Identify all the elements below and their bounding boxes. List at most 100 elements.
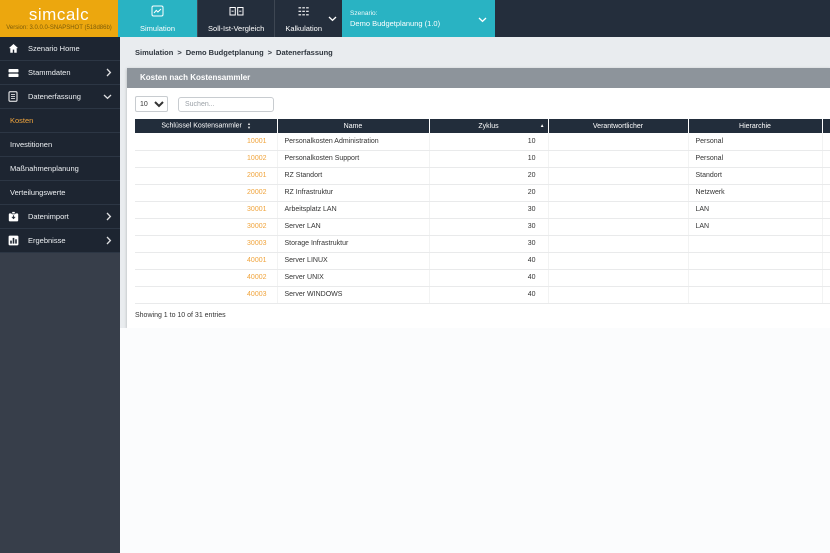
sidebar-item-datenerfassung[interactable]: Datenerfassung — [0, 85, 120, 109]
cell-key: 30001 — [135, 201, 278, 219]
column-label: Schlüssel Kostensammler — [161, 122, 242, 130]
table-header-row: Schlüssel Kostensammler ▴ ▾ Name Zyklus ▴ Vera… — [135, 119, 830, 133]
column-header-verantwortlicher[interactable]: Verantwortlicher — [548, 119, 689, 133]
chevron-right-icon — [106, 68, 112, 77]
breadcrumb-item[interactable]: Simulation — [135, 48, 173, 57]
breadcrumb: Simulation > Demo Budgetplanung > Datenerfas… — [135, 48, 830, 57]
cell-hierarchie: LAN — [688, 218, 823, 236]
cell-extra — [822, 218, 830, 236]
table-row: 30002 Server LAN 30 LAN — [135, 218, 830, 236]
sidebar-item-datenimport[interactable]: Datenimport — [0, 205, 120, 229]
stammdaten-icon — [8, 68, 21, 78]
topbar-filler — [495, 0, 830, 37]
table-row: 20001 RZ Standort 20 Standort — [135, 167, 830, 185]
sidebar-item-ma-nahmenplanung[interactable]: Maßnahmenplanung — [0, 157, 120, 181]
column-header-schl-ssel-kostensammler[interactable]: Schlüssel Kostensammler ▴ ▾ — [135, 119, 278, 133]
breadcrumb-separator: > — [267, 48, 273, 57]
page-size-select[interactable]: 10 — [135, 96, 168, 112]
main-content: Simulation > Demo Budgetplanung > Datenerfas… — [120, 37, 830, 553]
column-header-zyklus[interactable]: Zyklus ▴ — [429, 119, 549, 133]
kostensammler-link[interactable]: 40002 — [247, 274, 266, 281]
cell-key: 40003 — [135, 286, 278, 304]
cell-name: Storage Infrastruktur — [277, 235, 430, 253]
table-row: 40003 Server WINDOWS 40 — [135, 286, 830, 304]
app-name: simcalc — [28, 5, 90, 24]
kostensammler-link[interactable]: 30001 — [247, 206, 266, 213]
column-label: Name — [343, 122, 363, 130]
cell-hierarchie — [688, 252, 823, 270]
sidebar-menu: Szenario Home Stammdaten Datenerfassung Kos… — [0, 37, 120, 253]
tab-simulation[interactable]: Simulation — [118, 0, 198, 37]
cell-verantwortlicher — [548, 252, 689, 270]
cell-verantwortlicher — [548, 184, 689, 202]
card-zone: Kosten nach Kostensammler 10 Schlüssel K… — [120, 68, 830, 328]
cell-zyklus: 40 — [429, 286, 549, 304]
cell-verantwortlicher — [548, 201, 689, 219]
column-header-hierarchie[interactable]: Hierarchie — [688, 119, 823, 133]
kostensammler-link[interactable]: 40001 — [247, 257, 266, 264]
sidebar-item-label: Datenerfassung — [28, 92, 81, 101]
column-label: Hierarchie — [739, 122, 771, 130]
cell-zyklus: 30 — [429, 235, 549, 253]
sidebar-item-label: Szenario Home — [28, 44, 80, 53]
tab-kalkulation[interactable]: Kalkulation — [274, 0, 342, 37]
kostensammler-link[interactable]: 10001 — [247, 138, 266, 145]
cell-name: RZ Standort — [277, 167, 430, 185]
sidebar-item-investitionen[interactable]: Investitionen — [0, 133, 120, 157]
sidebar-item-stammdaten[interactable]: Stammdaten — [0, 61, 120, 85]
cell-key: 10001 — [135, 133, 278, 151]
breadcrumb-item[interactable]: Datenerfassung — [276, 48, 333, 57]
kostensammler-link[interactable]: 20001 — [247, 172, 266, 179]
sidebar-item-label: Datenimport — [28, 212, 69, 221]
column-header-col6[interactable] — [822, 119, 830, 133]
app-logo[interactable]: simcalc Version: 3.0.0.0-SNAPSHOT (518d8… — [0, 0, 118, 37]
cell-extra — [822, 201, 830, 219]
cell-name: Arbeitsplatz LAN — [277, 201, 430, 219]
kostensammler-link[interactable]: 30003 — [247, 240, 266, 247]
cell-extra — [822, 235, 830, 253]
cell-hierarchie: LAN — [688, 201, 823, 219]
scenario-selector[interactable]: Szenario: Demo Budgetplanung (1.0) — [342, 0, 496, 37]
chevron-down-icon — [478, 10, 487, 28]
search-input[interactable] — [178, 96, 274, 112]
tab-label: Kalkulation — [285, 24, 323, 33]
app-version: Version: 3.0.0.0-SNAPSHOT (518d86b) — [6, 25, 112, 31]
panel-title: Kosten nach Kostensammler — [127, 68, 830, 88]
sidebar-item-verteilungswerte[interactable]: Verteilungswerte — [0, 181, 120, 205]
sidebar-item-kosten[interactable]: Kosten — [0, 109, 120, 133]
column-header-name[interactable]: Name — [277, 119, 430, 133]
cell-hierarchie: Personal — [688, 150, 823, 168]
sidebar-item-szenario-home[interactable]: Szenario Home — [0, 37, 120, 61]
kostensammler-link[interactable]: 30002 — [247, 223, 266, 230]
ergebnisse-icon — [8, 235, 21, 246]
cell-name: RZ Infrastruktur — [277, 184, 430, 202]
table-row: 30003 Storage Infrastruktur 30 — [135, 235, 830, 253]
chevron-down-icon — [328, 9, 337, 27]
sidebar-item-label: Stammdaten — [28, 68, 71, 77]
cell-name: Server LINUX — [277, 252, 430, 270]
table-row: 40001 Server LINUX 40 — [135, 252, 830, 270]
kostensammler-link[interactable]: 10002 — [247, 155, 266, 162]
sidebar-item-label: Kosten — [10, 116, 34, 125]
cell-key: 20001 — [135, 167, 278, 185]
kostensammler-link[interactable]: 40003 — [247, 291, 266, 298]
tab-soll-ist-vergleich[interactable]: Soll-Ist-Vergleich — [197, 0, 274, 37]
sidebar-item-ergebnisse[interactable]: Ergebnisse — [0, 229, 120, 253]
chevron-right-icon — [106, 236, 112, 245]
sort-asc-icon: ▴ — [540, 123, 544, 129]
breadcrumb-item[interactable]: Demo Budgetplanung — [186, 48, 264, 57]
kosten-table: Schlüssel Kostensammler ▴ ▾ Name Zyklus ▴ Vera… — [135, 119, 830, 304]
cell-key: 10002 — [135, 150, 278, 168]
cell-zyklus: 20 — [429, 184, 549, 202]
cell-zyklus: 30 — [429, 201, 549, 219]
cell-hierarchie: Standort — [688, 167, 823, 185]
home-icon — [8, 43, 21, 54]
cell-extra — [822, 150, 830, 168]
cell-extra — [822, 184, 830, 202]
cell-verantwortlicher — [548, 286, 689, 304]
scenario-value: Demo Budgetplanung (1.0) — [350, 18, 441, 28]
entries-info: Showing 1 to 10 of 31 entries — [135, 311, 226, 319]
cell-verantwortlicher — [548, 269, 689, 287]
cell-key: 20002 — [135, 184, 278, 202]
kostensammler-link[interactable]: 20002 — [247, 189, 266, 196]
